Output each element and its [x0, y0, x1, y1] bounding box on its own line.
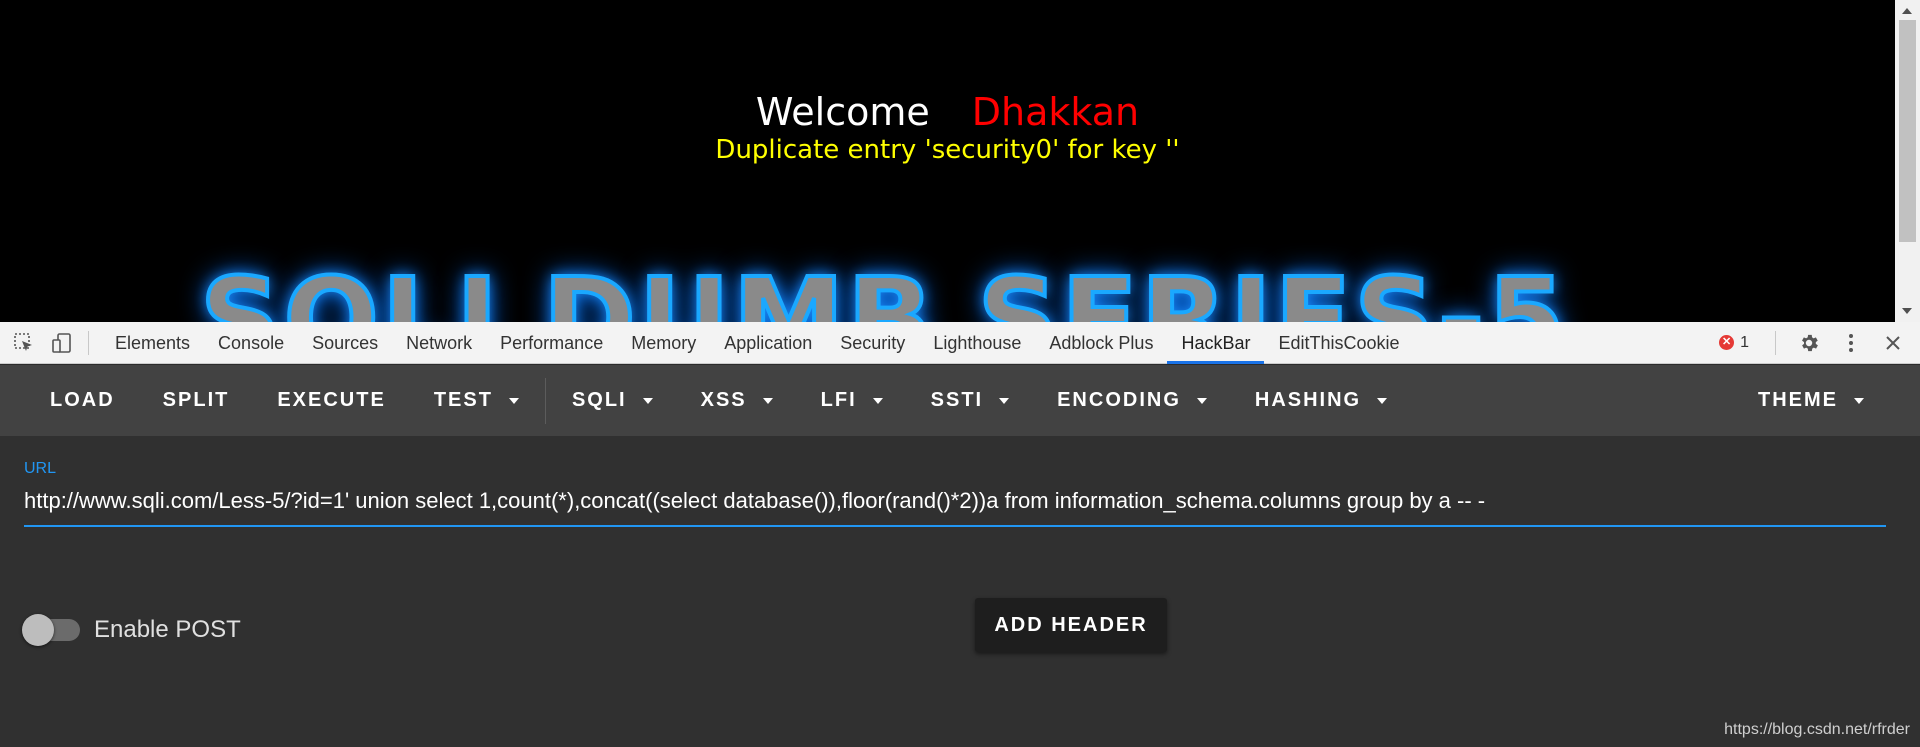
encoding-menu-button[interactable]: ENCODING — [1033, 365, 1231, 436]
toggle-track[interactable] — [22, 614, 80, 646]
watermark-text: https://blog.csdn.net/rfrder — [1724, 721, 1910, 738]
hashing-menu-button[interactable]: HASHING — [1231, 365, 1411, 436]
tab-hackbar[interactable]: HackBar — [1167, 322, 1265, 364]
devtools-tab-strip: Elements Console Sources Network Performance… — [0, 322, 1920, 364]
error-counter[interactable]: ✕ 1 — [1719, 334, 1749, 352]
url-field-label: URL — [24, 460, 57, 477]
theme-menu-button[interactable]: THEME — [1734, 365, 1920, 436]
scroll-thumb[interactable] — [1899, 20, 1916, 242]
tab-console[interactable]: Console — [204, 322, 298, 364]
close-icon[interactable] — [1878, 328, 1908, 358]
caret-down-icon — [1196, 397, 1207, 404]
welcome-name: Dhakkan — [971, 90, 1140, 134]
tab-application[interactable]: Application — [710, 322, 826, 364]
tab-network[interactable]: Network — [392, 322, 486, 364]
lfi-menu-button[interactable]: LFI — [797, 365, 907, 436]
scroll-down-arrow-icon[interactable] — [1902, 308, 1912, 314]
enable-post-toggle[interactable]: Enable POST — [22, 614, 241, 646]
devtools-tabs: Elements Console Sources Network Performance… — [101, 322, 1414, 364]
execute-button[interactable]: EXECUTE — [253, 365, 409, 436]
divider — [1775, 330, 1776, 355]
url-input[interactable]: http://www.sqli.com/Less-5/?id=1' union … — [24, 488, 1884, 514]
caret-down-icon — [1854, 397, 1864, 404]
welcome-label: Welcome — [755, 90, 930, 134]
load-button[interactable]: LOAD — [0, 365, 139, 436]
kebab-menu-icon[interactable] — [1836, 328, 1866, 358]
caret-down-icon — [872, 397, 883, 404]
tab-performance[interactable]: Performance — [486, 322, 617, 364]
gear-icon[interactable] — [1794, 328, 1824, 358]
divider — [544, 377, 546, 424]
tab-memory[interactable]: Memory — [617, 322, 710, 364]
tab-adblock-plus[interactable]: Adblock Plus — [1035, 322, 1167, 364]
error-count: 1 — [1740, 333, 1749, 351]
banner-title: SQLI DUMB SERIES-5 — [198, 253, 1569, 322]
error-icon: ✕ — [1719, 335, 1735, 350]
enable-post-label: Enable POST — [94, 616, 241, 643]
inspect-element-icon[interactable] — [10, 329, 38, 357]
sql-error-message: Duplicate entry 'security0' for key '' — [715, 135, 1180, 165]
device-toggle-icon[interactable] — [48, 329, 76, 357]
toggle-knob[interactable] — [22, 614, 54, 646]
scroll-up-arrow-icon[interactable] — [1902, 8, 1912, 14]
tab-lighthouse[interactable]: Lighthouse — [919, 322, 1035, 364]
tab-editthiscookie[interactable]: EditThisCookie — [1264, 322, 1413, 364]
test-menu-button[interactable]: TEST — [410, 365, 543, 436]
page-viewport: Welcome Dhakkan Duplicate entry 'security… — [0, 0, 1920, 322]
caret-down-icon — [762, 397, 773, 404]
tab-security[interactable]: Security — [826, 322, 919, 364]
add-header-button[interactable]: ADD HEADER — [975, 598, 1167, 652]
url-input-underline — [24, 525, 1886, 527]
xss-menu-button[interactable]: XSS — [677, 365, 797, 436]
tab-elements[interactable]: Elements — [101, 322, 204, 364]
caret-down-icon — [999, 397, 1010, 404]
tab-sources[interactable]: Sources — [298, 322, 392, 364]
hackbar-toolbar: LOAD SPLIT EXECUTE TEST SQLI XSS LFI SST… — [0, 365, 1920, 436]
caret-down-icon — [642, 397, 653, 404]
caret-down-icon — [1377, 397, 1388, 404]
caret-down-icon — [508, 397, 519, 404]
welcome-line: Welcome Dhakkan — [0, 90, 1895, 134]
divider — [88, 330, 89, 355]
sqli-menu-button[interactable]: SQLI — [548, 365, 677, 436]
split-button[interactable]: SPLIT — [139, 365, 254, 436]
hackbar-body: URL http://www.sqli.com/Less-5/?id=1' un… — [0, 436, 1920, 747]
ssti-menu-button[interactable]: SSTI — [907, 365, 1033, 436]
devtools-actions: ✕ 1 — [1719, 322, 1920, 364]
page-scrollbar[interactable] — [1895, 0, 1920, 322]
